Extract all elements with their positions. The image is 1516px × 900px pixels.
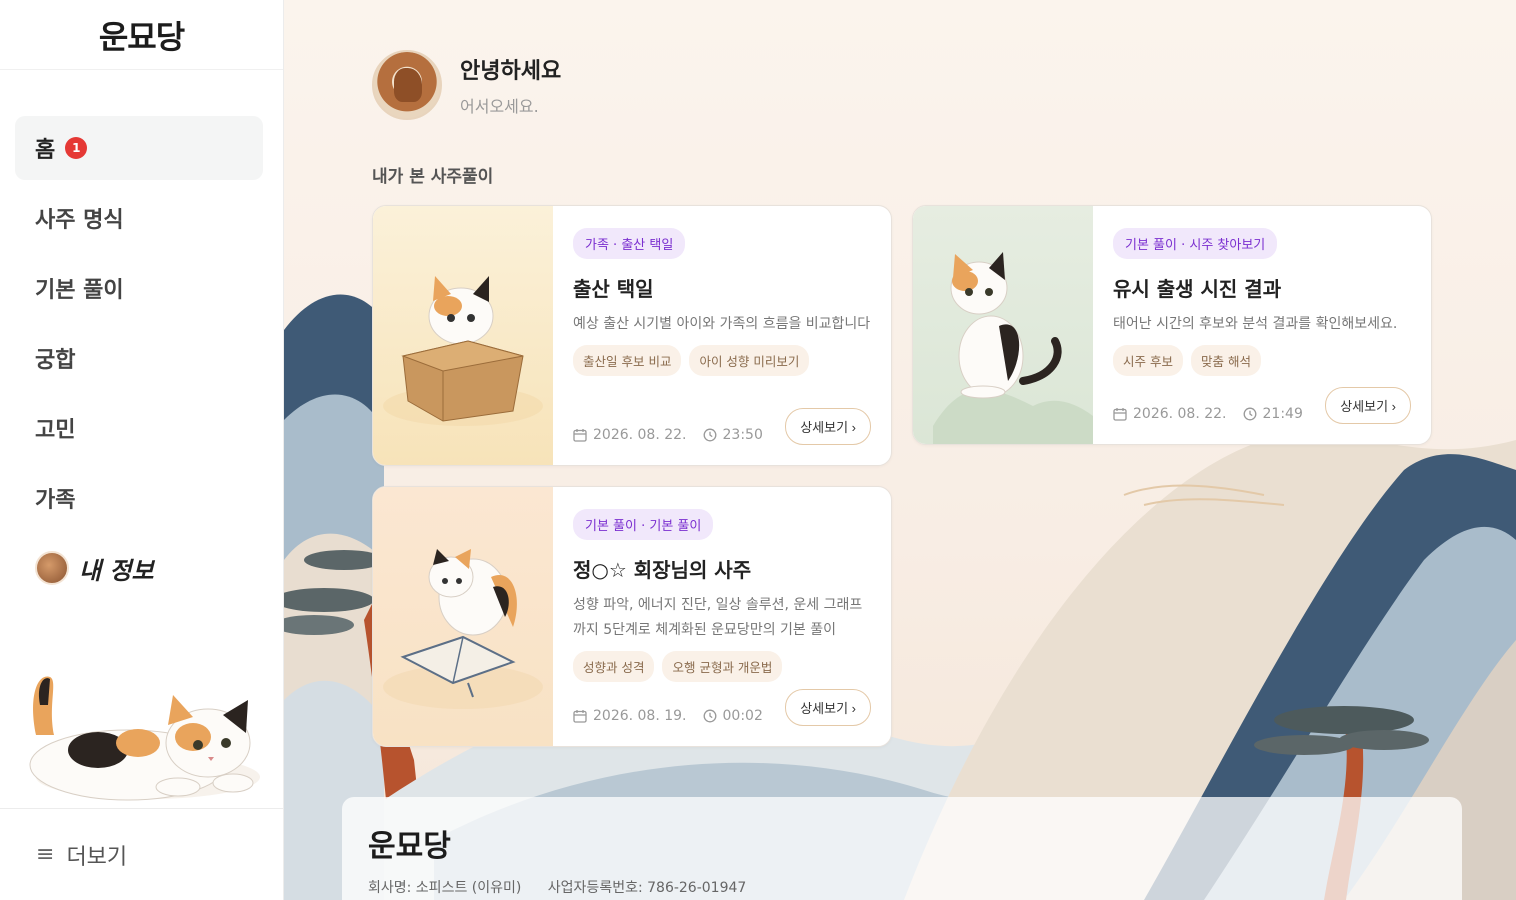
sidebar-item-label: 기본 풀이: [35, 278, 124, 303]
card-meta: 2026. 08. 22. 23:50: [573, 427, 763, 443]
tag: 맞춤 해석: [1190, 345, 1261, 376]
card-date: 2026. 08. 22.: [1133, 406, 1227, 422]
sitting-cat-illustration: [933, 252, 1093, 444]
business-registration-number: 사업자등록번호: 786-26-01947: [547, 880, 747, 896]
card-description: 성향 파악, 에너지 진단, 일상 솔루션, 운세 그래프까지 5단계로 체계화…: [573, 597, 863, 638]
greeting-subtext: 어서오세요.: [460, 97, 539, 116]
sidebar-item-label: 궁합: [35, 348, 76, 373]
avatar: [35, 551, 69, 585]
reading-card[interactable]: 기본 풀이 · 시주 찾아보기 유시 출생 시진 결과 태어난 시간의 후보와 …: [912, 205, 1432, 445]
category-chip: 기본 풀이 · 시주 찾아보기: [1113, 228, 1278, 259]
detail-button[interactable]: 상세보기 ›: [785, 408, 871, 445]
avatar[interactable]: [372, 50, 442, 120]
card-thumbnail: [373, 206, 553, 465]
sidebar-item-my-info[interactable]: 내 정보: [15, 536, 263, 600]
sidebar-item-family[interactable]: 가족: [15, 466, 263, 530]
card-date: 2026. 08. 22.: [593, 427, 687, 443]
reading-card[interactable]: 기본 풀이 · 기본 풀이 정○☆ 회장님의 사주 성향 파악, 에너지 진단,…: [372, 486, 892, 747]
tag: 시주 후보: [1113, 345, 1183, 376]
detail-button[interactable]: 상세보기 ›: [1325, 387, 1411, 424]
sidebar-nav: 홈 1 사주 명식 기본 풀이 궁합 고민 가족 내 정보: [0, 70, 283, 600]
sidebar-item-label: 내 정보: [79, 555, 154, 585]
tag: 오행 균형과 개운법: [662, 651, 783, 682]
hamburger-icon: ≡: [36, 842, 55, 867]
section-title: 내가 본 사주풀이: [372, 167, 494, 187]
sidebar-item-compatibility[interactable]: 궁합: [15, 326, 263, 390]
brand-logo[interactable]: 운묘당: [99, 12, 185, 58]
card-meta: 2026. 08. 22. 21:49: [1113, 406, 1303, 422]
category-chip: 기본 풀이 · 기본 풀이: [573, 509, 714, 540]
footer: 운묘당 회사명: 소피스트 (이유미) 사업자등록번호: 786-26-0194…: [342, 797, 1462, 900]
company-name: 회사명: 소피스트 (이유미): [368, 880, 522, 896]
logo-area: 운묘당: [0, 0, 283, 70]
card-description: 태어난 시간의 후보와 분석 결과를 확인해보세요.: [1113, 316, 1398, 332]
notification-badge: 1: [65, 137, 88, 159]
calendar-icon: [573, 429, 587, 442]
calendar-icon: [1113, 408, 1127, 421]
card-thumbnail: [913, 206, 1093, 444]
sidebar-item-label: 고민: [35, 418, 76, 443]
sidebar: 운묘당 홈 1 사주 명식 기본 풀이 궁합 고민 가족 내 정보 ≡ 더보기: [0, 0, 284, 900]
card-thumbnail: [373, 487, 553, 746]
card-time: 00:02: [722, 708, 763, 724]
reading-card[interactable]: 가족 · 출산 택일 출산 택일 예상 출산 시기별 아이와 가족의 흐름을 비…: [372, 205, 892, 466]
sidebar-item-saju-chart[interactable]: 사주 명식: [15, 186, 263, 250]
greeting-text: 안녕하세요: [460, 59, 562, 84]
calendar-icon: [573, 710, 587, 723]
lying-cat-illustration: [29, 676, 260, 801]
tag: 성향과 성격: [573, 651, 655, 682]
sidebar-item-home[interactable]: 홈 1: [15, 116, 263, 180]
tag: 출산일 후보 비교: [573, 345, 682, 376]
tag: 아이 성향 미리보기: [689, 345, 810, 376]
cat-in-box-illustration: [383, 276, 543, 426]
cat-reading-book-illustration: [383, 549, 543, 709]
card-date: 2026. 08. 19.: [593, 708, 687, 724]
card-time: 21:49: [1262, 406, 1303, 422]
card-time: 23:50: [722, 427, 763, 443]
more-label: 더보기: [66, 844, 128, 870]
card-title: 정○☆ 회장님의 사주: [573, 558, 752, 582]
card-description: 예상 출산 시기별 아이와 가족의 흐름을 비교합니다: [573, 316, 871, 332]
clock-icon: [703, 428, 716, 442]
sidebar-item-label: 사주 명식: [35, 208, 124, 233]
clock-icon: [1243, 407, 1256, 421]
card-title: 출산 택일: [573, 277, 654, 301]
main-content: 안녕하세요 어서오세요. 내가 본 사주풀이 가족 · 출산 택일 출산 택일: [284, 0, 1516, 900]
more-menu-button[interactable]: ≡ 더보기: [0, 808, 283, 900]
card-title: 유시 출생 시진 결과: [1113, 277, 1282, 301]
footer-company-info: 회사명: 소피스트 (이유미) 사업자등록번호: 786-26-01947: [368, 877, 1436, 897]
detail-button[interactable]: 상세보기 ›: [785, 689, 871, 726]
profile-header: 안녕하세요 어서오세요.: [372, 50, 561, 120]
category-chip: 가족 · 출산 택일: [573, 228, 686, 259]
clock-icon: [703, 709, 716, 723]
sidebar-item-label: 홈: [35, 138, 56, 163]
card-meta: 2026. 08. 19. 00:02: [573, 708, 763, 724]
sidebar-item-worries[interactable]: 고민: [15, 396, 263, 460]
sidebar-item-basic-reading[interactable]: 기본 풀이: [15, 256, 263, 320]
sidebar-item-label: 가족: [35, 488, 76, 513]
footer-logo: 운묘당: [368, 829, 451, 864]
